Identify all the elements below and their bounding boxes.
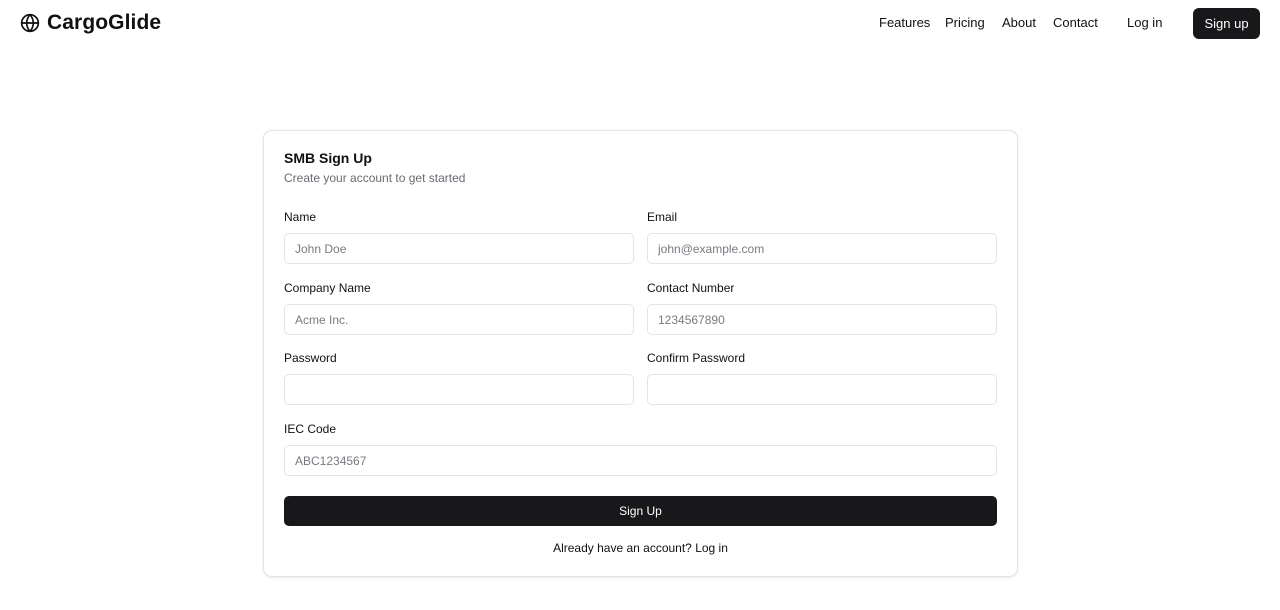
login-link[interactable]: Log in — [1127, 15, 1162, 31]
password-input[interactable] — [284, 374, 634, 405]
login-prompt-link[interactable]: Log in — [695, 541, 728, 555]
iec-code-input[interactable] — [284, 445, 997, 476]
login-prompt: Already have an account? Log in — [264, 541, 1017, 555]
iec-code-label: IEC Code — [284, 422, 337, 436]
signup-card: SMB Sign Up Create your account to get s… — [263, 130, 1018, 577]
nav-link-features[interactable]: Features — [879, 15, 930, 31]
form-title: SMB Sign Up — [284, 150, 372, 166]
main-nav: Features Pricing About Contact Log in — [0, 0, 1280, 46]
contact-number-label: Contact Number — [647, 281, 735, 295]
form-subtitle: Create your account to get started — [284, 171, 466, 185]
nav-link-pricing[interactable]: Pricing — [945, 15, 985, 31]
company-name-label: Company Name — [284, 281, 371, 295]
confirm-password-label: Confirm Password — [647, 351, 746, 365]
email-label: Email — [647, 210, 678, 224]
company-name-input[interactable] — [284, 304, 634, 335]
name-input[interactable] — [284, 233, 634, 264]
submit-signup-button[interactable]: Sign Up — [284, 496, 997, 526]
email-input[interactable] — [647, 233, 997, 264]
header-signup-button[interactable]: Sign up — [1193, 8, 1260, 39]
nav-link-contact[interactable]: Contact — [1053, 15, 1098, 31]
password-label: Password — [284, 351, 337, 365]
login-prompt-text: Already have an account? — [553, 541, 692, 555]
name-label: Name — [284, 210, 317, 224]
nav-link-about[interactable]: About — [1002, 15, 1036, 31]
confirm-password-input[interactable] — [647, 374, 997, 405]
contact-number-input[interactable] — [647, 304, 997, 335]
site-header: CargoGlide Features Pricing About Contac… — [0, 0, 1280, 46]
